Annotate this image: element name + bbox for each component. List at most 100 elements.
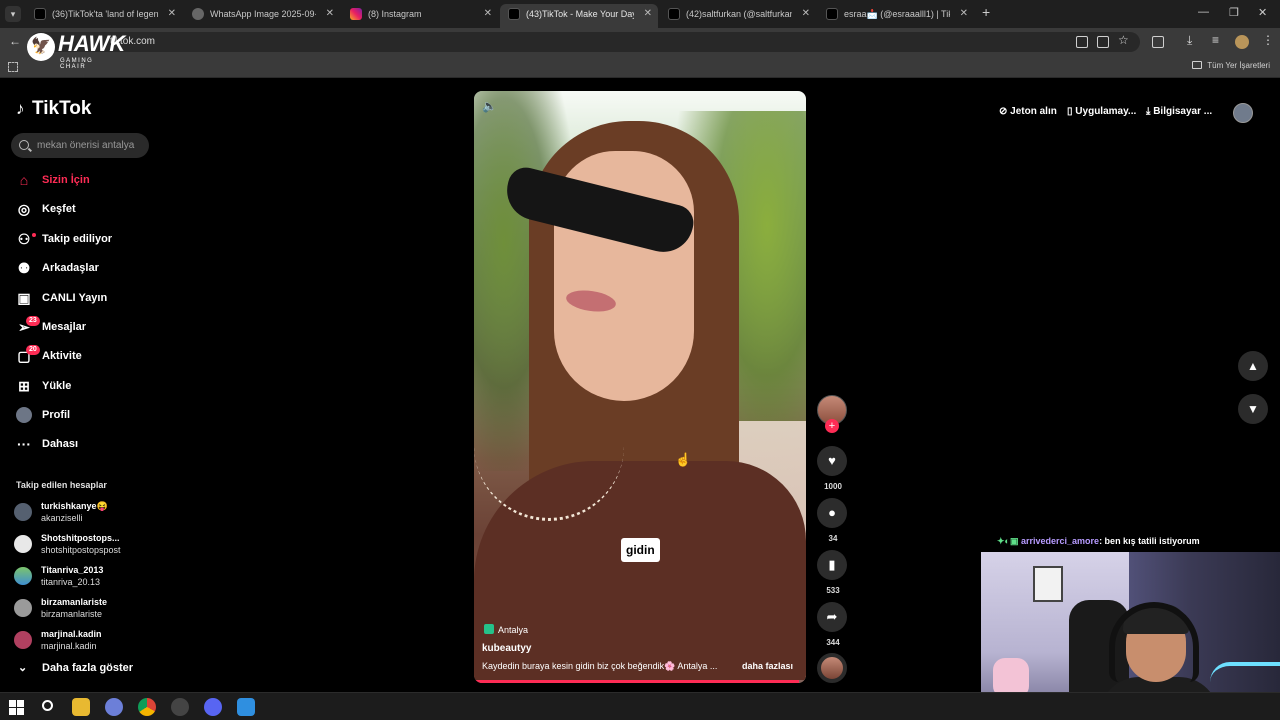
windows-start-icon[interactable] xyxy=(8,698,26,716)
windows-taskbar xyxy=(0,692,1280,720)
discord-icon[interactable] xyxy=(204,698,222,716)
following-account[interactable]: birzamanlariste birzamanlariste xyxy=(14,594,164,622)
minimize-icon[interactable]: — xyxy=(1198,6,1209,18)
back-icon[interactable]: ← xyxy=(9,34,21,48)
close-tab-icon[interactable]: ✕ xyxy=(802,4,810,24)
volume-icon[interactable]: 🔈 xyxy=(482,99,497,113)
following-account[interactable]: Titanriva_2013 titanriva_20.13 xyxy=(14,562,164,590)
nav-profile[interactable]: Profil xyxy=(14,403,164,427)
nav-upload[interactable]: ⊞ Yükle xyxy=(14,374,164,398)
comment-button[interactable]: ● xyxy=(817,498,847,528)
following-account[interactable]: marjinal.kadin marjinal.kadin xyxy=(14,626,164,654)
close-tab-icon[interactable]: ✕ xyxy=(644,4,652,24)
tab-search-menu-button[interactable]: ▾ xyxy=(5,6,21,22)
media-control-icon[interactable]: ≡ xyxy=(1212,33,1219,47)
cast-icon[interactable] xyxy=(1076,36,1088,48)
browser-tab[interactable]: WhatsApp Image 2025-09-02 a ✕ xyxy=(184,4,340,24)
browser-tab[interactable]: (8) Instagram ✕ xyxy=(342,4,498,24)
like-button[interactable]: ♥ xyxy=(817,446,847,476)
share-arrow-icon: ➦ xyxy=(826,609,838,624)
friends-icon: ⚉ xyxy=(17,260,31,276)
nav-messages[interactable]: ➢ 23 Mesajlar xyxy=(14,315,164,339)
description-more-link[interactable]: daha fazlası xyxy=(742,661,793,671)
search-icon[interactable] xyxy=(39,698,57,716)
chrome-icon[interactable] xyxy=(138,698,156,716)
apps-grid-icon[interactable] xyxy=(8,62,18,72)
nav-explore[interactable]: ◎ Keşfet xyxy=(14,197,164,221)
download-icon[interactable]: ⤓ xyxy=(1187,33,1192,48)
hawk-bird-icon: 🦅 xyxy=(27,33,55,61)
nav-activity[interactable]: ▢ 20 Aktivite xyxy=(14,344,164,368)
browser-tab-active[interactable]: (43)TikTok - Make Your Day ✕ xyxy=(500,4,658,28)
address-bar[interactable]: tiktok.com xyxy=(30,32,1140,52)
video-player[interactable]: 🔈 gidin Antalya kubeautyy Kaydedin buray… xyxy=(474,91,806,683)
tiktok-logo[interactable]: ♪ TikTok xyxy=(16,98,91,120)
app-icon[interactable] xyxy=(105,698,123,716)
follow-plus-icon[interactable]: + xyxy=(825,419,839,433)
star-icon[interactable]: ☆ xyxy=(1118,33,1129,47)
show-more-button[interactable]: ⌄ Daha fazla göster xyxy=(18,662,133,674)
nav-for-you[interactable]: ⌂ Sizin İçin xyxy=(14,168,164,192)
music-disc-icon[interactable] xyxy=(817,653,847,683)
browser-tab-bar: ▾ (36)TikTok'ta 'land of legends c ✕ Wha… xyxy=(0,0,1280,28)
file-explorer-icon[interactable] xyxy=(72,698,90,716)
phone-icon: ▯ xyxy=(1067,106,1073,117)
new-tab-icon[interactable]: + xyxy=(982,4,990,20)
chevron-up-icon: ▲ xyxy=(1247,359,1259,373)
tiktok-note-icon: ♪ xyxy=(16,99,25,118)
avatar xyxy=(14,535,32,553)
translate-icon[interactable] xyxy=(1097,36,1109,48)
all-bookmarks-button[interactable]: Tüm Yer İşaretleri xyxy=(1192,61,1270,70)
paint-icon[interactable] xyxy=(237,698,255,716)
location-pin-icon xyxy=(484,624,494,634)
nav-more[interactable]: ··· Dahası xyxy=(14,432,164,456)
location-tag[interactable]: Antalya xyxy=(484,624,528,635)
notification-dot xyxy=(32,233,36,237)
tiktok-icon xyxy=(826,8,838,20)
browser-toolbar: ← tiktok.com ☆ ⤓ ≡ ⋮ xyxy=(0,28,1280,56)
get-app-button[interactable]: ▯ Uygulamay... xyxy=(1067,101,1136,123)
messages-badge: 23 xyxy=(26,316,40,326)
user-avatar[interactable] xyxy=(1233,103,1253,123)
nav-following[interactable]: ⚇ Takip ediliyor xyxy=(14,227,164,251)
close-tab-icon[interactable]: ✕ xyxy=(484,4,492,24)
obs-icon[interactable] xyxy=(171,698,189,716)
restore-icon[interactable]: ❐ xyxy=(1229,6,1239,19)
hawk-overlay-logo: 🦅 HAWK GAMING CHAIR xyxy=(27,30,125,70)
search-input[interactable] xyxy=(37,137,145,154)
browser-tab[interactable]: esraa📩 (@esraaalll1) | TikTok ✕ xyxy=(818,4,974,24)
extensions-icon[interactable] xyxy=(1152,36,1164,48)
coin-icon: ⊘ xyxy=(999,106,1008,117)
globe-icon xyxy=(192,8,204,20)
upload-icon: ⊞ xyxy=(18,378,30,394)
browser-tab[interactable]: (42)saltfurkan (@saltfurkan) | Ti ✕ xyxy=(660,4,816,24)
activity-icon: ▢ 20 xyxy=(16,345,40,364)
video-author[interactable]: kubeautyy xyxy=(482,643,531,654)
nav-friends[interactable]: ⚉ Arkadaşlar xyxy=(14,256,164,280)
close-tab-icon[interactable]: ✕ xyxy=(326,4,334,24)
close-tab-icon[interactable]: ✕ xyxy=(960,4,968,24)
save-button[interactable]: ▮ xyxy=(817,550,847,580)
profile-avatar-icon[interactable] xyxy=(1235,35,1249,49)
bookmarks-bar: Tüm Yer İşaretleri xyxy=(0,56,1280,78)
close-window-icon[interactable]: ✕ xyxy=(1258,6,1267,19)
browser-tab[interactable]: (36)TikTok'ta 'land of legends c ✕ xyxy=(26,4,182,24)
profile-avatar-icon xyxy=(16,407,32,423)
following-account[interactable]: Shotshitpostops... shotshitpostopspost xyxy=(14,530,164,558)
download-icon: ⤓ xyxy=(1146,106,1151,117)
desktop-app-button[interactable]: ⤓ Bilgisayar ... xyxy=(1146,101,1212,123)
video-progress-bar[interactable] xyxy=(474,680,806,683)
nav-live[interactable]: ▣ CANLI Yayın xyxy=(14,286,164,310)
following-account[interactable]: turkishkanye😝 akanziselli xyxy=(14,498,164,526)
menu-kebab-icon[interactable]: ⋮ xyxy=(1262,33,1274,47)
get-coins-button[interactable]: ⊘ Jeton alın xyxy=(999,101,1057,123)
tiktok-icon xyxy=(668,8,680,20)
share-button[interactable]: ➦ xyxy=(817,602,847,632)
search-icon[interactable] xyxy=(19,140,29,150)
previous-video-button[interactable]: ▲ xyxy=(1238,351,1268,381)
next-video-button[interactable]: ▼ xyxy=(1238,394,1268,424)
sidebar: ♪TikTok ⌂Sizin İçin ◎Keşfet ⚇Takip edili… xyxy=(0,78,170,692)
hand-cursor-icon: ☝ xyxy=(675,452,692,467)
close-tab-icon[interactable]: ✕ xyxy=(168,4,176,24)
comment-count: 34 xyxy=(828,534,838,543)
